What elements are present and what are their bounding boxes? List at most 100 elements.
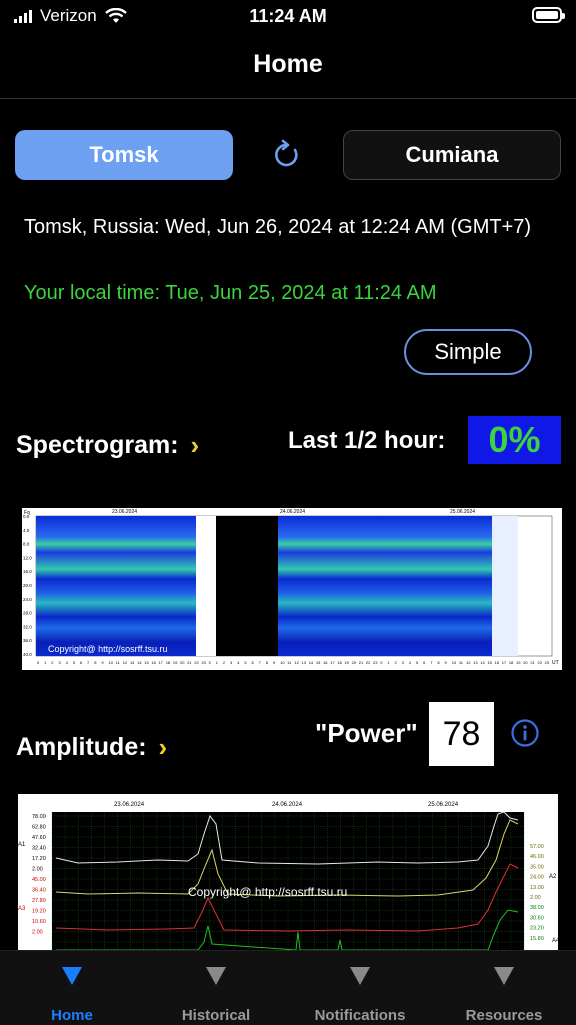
spectro-x-tick: 20 (180, 660, 185, 665)
spectro-x-tick: 10 (109, 660, 114, 665)
spectro-x-tick: 4 (66, 660, 69, 665)
chevron-right-icon: › (190, 430, 200, 460)
spectro-x-unit: UT (552, 660, 559, 666)
spectro-x-tick: 18 (337, 660, 342, 665)
spectro-x-tick: 0 (37, 660, 40, 665)
spectro-y-tick: 20.0 (23, 583, 32, 588)
amplitude-label: Amplitude: (16, 733, 147, 761)
spectro-x-tick: 5 (244, 660, 247, 665)
status-time: 11:24 AM (249, 6, 327, 26)
spectro-x-tick: 9 (273, 660, 276, 665)
spectro-x-tick: 3 (402, 660, 405, 665)
amp-left-tick: 17.20 (32, 856, 46, 862)
spectro-x-tick: 5 (416, 660, 419, 665)
amp-right-tick: 38.00 (530, 905, 544, 911)
amp-left-ticks: 78.00 62.80 47.60 32.40 17.20 2.00 45.00 36.40 2… (32, 814, 46, 936)
spectro-x-tick: 21 (530, 660, 535, 665)
spectro-x-tick: 13 (302, 660, 307, 665)
spectro-x-tick: 22 (194, 660, 199, 665)
amp-right-ticks: 57.00 46.00 35.00 24.00 13.00 2.00 38.00 30.60 2… (530, 844, 544, 942)
amp-series-a1: A1 (18, 842, 26, 848)
refresh-icon[interactable] (270, 138, 304, 172)
spectro-x-tick: 21 (187, 660, 192, 665)
amp-series-a2: A2 (549, 874, 557, 880)
spectro-x-tick: 19 (516, 660, 521, 665)
spectro-x-tick: 5 (73, 660, 76, 665)
amp-left-tick: 32.40 (32, 846, 46, 852)
tab-home-label: Home (51, 1007, 93, 1024)
spectro-x-tick: 18 (509, 660, 514, 665)
amp-right-tick: 13.00 (530, 885, 544, 891)
spectro-y-tick: 40.0 (23, 652, 32, 657)
spectro-x-tick: 15 (316, 660, 321, 665)
tab-home[interactable]: Home (2, 951, 142, 1025)
amp-right-tick: 35.00 (530, 864, 544, 870)
battery-icon (532, 7, 565, 23)
spectro-x-tick: 7 (430, 660, 433, 665)
spectro-date-3: 25.06.2024 (450, 509, 475, 515)
spectro-x-tick: 4 (237, 660, 240, 665)
spectro-y-tick: 24.0 (23, 597, 32, 602)
spectro-y-tick: 12.0 (23, 555, 32, 560)
spectro-y-tick: 36.0 (23, 638, 32, 643)
spectro-x-tick: 9 (101, 660, 104, 665)
spectro-x-tick: 18 (166, 660, 171, 665)
tab-historical[interactable]: Historical (146, 951, 286, 1025)
amp-left-tick: 10.60 (32, 919, 46, 925)
spectro-x-tick: 0 (209, 660, 212, 665)
tab-resources[interactable]: Resources (434, 951, 574, 1025)
spectro-x-tick: 16 (323, 660, 328, 665)
spectro-x-tick: 3 (58, 660, 61, 665)
spectro-x-tick: 8 (437, 660, 440, 665)
tab-bar: Home Historical Notifications Resources (0, 950, 576, 1025)
tomsk-button[interactable]: Tomsk (15, 130, 233, 180)
spectro-x-tick: 13 (473, 660, 478, 665)
tab-notifications[interactable]: Notifications (290, 951, 430, 1025)
amplitude-image[interactable]: 23.06.2024 24.06.2024 25.06.2024 78.00 62… (18, 794, 558, 950)
spectro-x-ticks: 0 1 2 3 4 5 6 7 8 9 10 11 12 13 14 15 16 17 18 19 20 21 22 23 0 1… (37, 660, 550, 665)
info-icon[interactable] (510, 718, 540, 748)
spectrogram-svg: 23.06.2024 24.06.2024 25.06.2024 Fq UT 0… (23, 509, 559, 666)
amp-right-tick: 24.00 (530, 875, 544, 881)
amp-right-tick: 30.60 (530, 915, 544, 921)
spectro-x-tick: 7 (87, 660, 90, 665)
spectro-x-tick: 2 (223, 660, 226, 665)
amp-left-tick: 19.20 (32, 909, 46, 915)
amp-series-a3: A3 (18, 906, 26, 912)
notifications-icon (350, 967, 370, 985)
spectro-x-tick: 20 (523, 660, 528, 665)
spectro-x-tick: 6 (80, 660, 83, 665)
divider (0, 98, 576, 99)
spectro-x-tick: 6 (423, 660, 426, 665)
amp-date-1: 23.06.2024 (114, 802, 145, 808)
spectro-y-tick: 32.0 (23, 624, 32, 629)
spectro-x-tick: 15 (144, 660, 149, 665)
power-value: 78 (429, 702, 494, 766)
spectro-x-tick: 23 (201, 660, 206, 665)
spectro-x-tick: 11 (116, 660, 121, 665)
spectro-x-tick: 12 (123, 660, 128, 665)
amp-right-tick: 2.00 (530, 895, 541, 901)
spectro-x-tick: 7 (259, 660, 262, 665)
spectro-x-tick: 11 (287, 660, 292, 665)
simple-button[interactable]: Simple (404, 329, 532, 375)
spectro-x-tick: 1 (216, 660, 219, 665)
amp-copyright: Copyright@ http://sosrff.tsu.ru (188, 885, 347, 899)
spectro-y-ticks: 0.0 4.0 8.0 12.0 16.0 20.0 24.0 28.0 32.0 36.0 40.… (23, 514, 32, 657)
cumiana-button[interactable]: Cumiana (343, 130, 561, 180)
spectro-x-tick: 23 (545, 660, 550, 665)
status-bar: Verizon 11:24 AM (0, 0, 576, 32)
spectro-y-tick: 16.0 (23, 569, 32, 574)
spectrogram-image[interactable]: 23.06.2024 24.06.2024 25.06.2024 Fq UT 0… (22, 508, 562, 670)
spectrogram-label: Spectrogram: (16, 431, 179, 459)
spectro-x-tick: 21 (359, 660, 364, 665)
spectrogram-link[interactable]: Spectrogram: › (16, 430, 199, 461)
power-label: "Power" (315, 718, 418, 748)
spectro-x-tick: 22 (366, 660, 371, 665)
amp-date-2: 24.06.2024 (272, 802, 303, 808)
spectro-x-tick: 6 (252, 660, 255, 665)
amplitude-link[interactable]: Amplitude: › (16, 732, 167, 763)
amp-left-tick: 45.00 (32, 877, 46, 883)
spectro-x-tick: 13 (130, 660, 135, 665)
spectro-x-tick: 2 (395, 660, 398, 665)
